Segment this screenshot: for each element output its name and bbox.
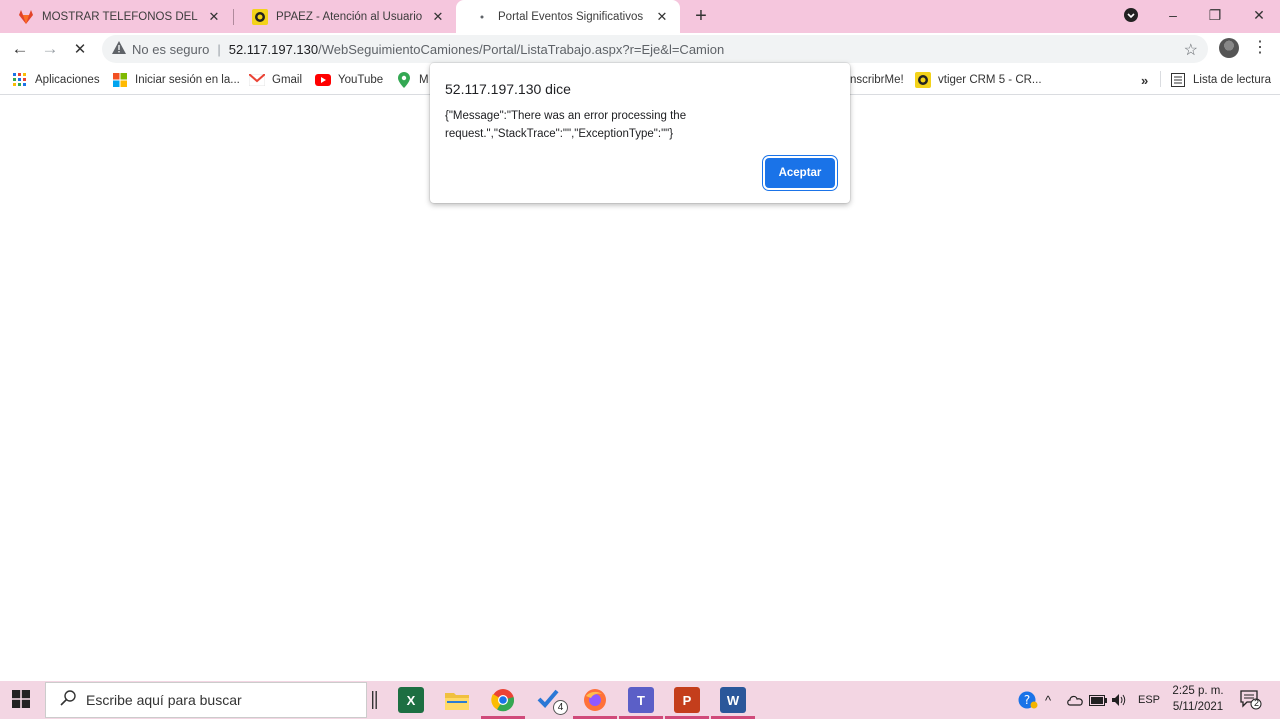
bookmark-inscribrme[interactable]: nscribrMe! xyxy=(850,71,904,89)
vtiger-yellow-icon xyxy=(252,8,268,25)
dialog-message: {"Message":"There was an error processin… xyxy=(445,110,687,140)
url-divider: | xyxy=(217,41,221,57)
bookmark-vtiger[interactable]: vtiger CRM 5 - CR... xyxy=(915,71,1042,89)
stop-loading-button[interactable]: ✕ xyxy=(68,37,92,61)
security-label[interactable]: No es seguro xyxy=(132,42,209,57)
vtiger-yellow-icon xyxy=(915,72,931,88)
bookmark-label: Gmail xyxy=(272,74,303,86)
search-icon xyxy=(60,689,76,711)
teams-icon[interactable]: T xyxy=(628,687,654,713)
reading-list-button[interactable]: Lista de lectura xyxy=(1170,71,1271,89)
show-hidden-icons-icon[interactable]: ^ xyxy=(1045,691,1051,709)
bookmarks-overflow-button[interactable]: » xyxy=(1141,71,1148,89)
chevron-down-circle-icon xyxy=(1124,8,1138,22)
address-bar[interactable]: No es seguro | 52.117.197.130 /WebSeguim… xyxy=(102,35,1208,63)
warning-triangle-icon xyxy=(112,41,126,57)
url-host: 52.117.197.130 xyxy=(228,41,319,57)
windows-taskbar: Escribe aquí para buscar X 4 T P W ? ^ E… xyxy=(0,681,1280,719)
close-window-button[interactable]: ✕ xyxy=(1238,0,1280,30)
youtube-icon xyxy=(315,72,331,88)
alert-dialog: 52.117.197.130 dice {"Message":"There wa… xyxy=(430,63,850,203)
firefox-icon[interactable] xyxy=(582,687,608,713)
reading-list-label: Lista de lectura xyxy=(1193,74,1271,86)
profile-avatar[interactable] xyxy=(1219,38,1239,58)
clock-time: 2:25 p. m. xyxy=(1172,685,1224,697)
bookmark-youtube[interactable]: YouTube xyxy=(315,71,383,89)
new-tab-button[interactable]: + xyxy=(690,5,712,27)
url-path: /WebSeguimientoCamiones/Portal/ListaTrab… xyxy=(318,41,725,57)
word-icon[interactable]: W xyxy=(720,687,746,713)
bookmark-aplicaciones[interactable]: Aplicaciones xyxy=(12,71,100,89)
tab-portal-eventos[interactable]: Portal Eventos Significativos ✕ xyxy=(456,0,680,33)
back-button[interactable]: ← xyxy=(8,37,32,61)
bookmarks-divider xyxy=(1160,71,1161,87)
apps-grid-icon xyxy=(12,72,28,88)
tab-mostrar-telefonos[interactable]: MOSTRAR TELÉFONOS DEL CON ✕ xyxy=(0,0,232,33)
windows-start-icon[interactable] xyxy=(12,690,32,710)
task-view-icon[interactable] xyxy=(372,691,378,709)
gitlab-fox-icon xyxy=(18,9,34,25)
forward-button[interactable]: → xyxy=(38,37,62,61)
bookmark-label: nscribrMe! xyxy=(850,74,904,86)
close-tab-icon[interactable]: ✕ xyxy=(430,9,446,25)
microsoft-logo-icon xyxy=(112,72,128,88)
language-indicator[interactable]: ESP xyxy=(1138,691,1160,709)
help-icon[interactable]: ? xyxy=(1018,691,1038,709)
tab-search-button[interactable] xyxy=(1110,0,1152,30)
clock-date: 5/11/2021 xyxy=(1172,701,1224,713)
bookmark-iniciar-sesion[interactable]: Iniciar sesión en la... xyxy=(112,71,240,89)
accept-button[interactable]: Aceptar xyxy=(765,158,835,188)
loading-dot-icon xyxy=(474,9,490,25)
onedrive-cloud-icon[interactable] xyxy=(1066,691,1084,709)
close-tab-icon[interactable]: ✕ xyxy=(206,9,222,25)
bookmark-label: vtiger CRM 5 - CR... xyxy=(938,74,1042,86)
powerpoint-icon[interactable]: P xyxy=(674,687,700,713)
chrome-icon[interactable] xyxy=(490,687,516,713)
bookmark-label: YouTube xyxy=(338,74,384,86)
file-explorer-icon[interactable] xyxy=(444,687,470,713)
volume-icon[interactable] xyxy=(1111,691,1129,709)
reading-list-icon xyxy=(1170,72,1186,88)
gmail-icon xyxy=(249,72,265,88)
dialog-title: 52.117.197.130 dice xyxy=(445,81,571,97)
svg-text:?: ? xyxy=(1024,693,1030,707)
tab-title: PPAEZ - Atención al Usuario - - v xyxy=(276,10,424,23)
maps-pin-icon xyxy=(396,72,412,88)
close-tab-icon[interactable]: ✕ xyxy=(654,9,670,25)
browser-toolbar: ← → ✕ No es seguro | 52.117.197.130 /Web… xyxy=(0,33,1280,65)
restore-button[interactable]: ❐ xyxy=(1194,0,1236,30)
battery-icon[interactable] xyxy=(1089,691,1107,709)
visual-studio-badge: 4 xyxy=(553,700,568,715)
minimize-button[interactable]: – xyxy=(1152,0,1194,30)
taskbar-search-box[interactable]: Escribe aquí para buscar xyxy=(45,682,367,718)
bookmark-label: M xyxy=(419,74,429,86)
bookmark-label: Iniciar sesión en la... xyxy=(135,74,240,86)
bookmark-maps[interactable]: M xyxy=(396,71,429,89)
excel-icon[interactable]: X xyxy=(398,687,424,713)
tab-title: Portal Eventos Significativos xyxy=(498,10,644,23)
notification-center-icon[interactable]: 2 xyxy=(1240,690,1262,710)
bookmark-gmail[interactable]: Gmail xyxy=(249,71,302,89)
taskbar-clock[interactable]: 2:25 p. m. 5/11/2021 xyxy=(1168,683,1228,715)
tab-ppaez[interactable]: PPAEZ - Atención al Usuario - - v ✕ xyxy=(234,0,456,33)
tab-title: MOSTRAR TELÉFONOS DEL CON xyxy=(42,10,200,23)
bookmark-star-icon[interactable]: ☆ xyxy=(1184,40,1198,60)
bookmark-label: Aplicaciones xyxy=(35,74,100,86)
search-placeholder: Escribe aquí para buscar xyxy=(86,692,242,708)
notification-count: 2 xyxy=(1253,698,1259,708)
browser-menu-button[interactable]: ⋮ xyxy=(1252,38,1268,58)
tab-strip: MOSTRAR TELÉFONOS DEL CON ✕ PPAEZ - Aten… xyxy=(0,0,1280,33)
